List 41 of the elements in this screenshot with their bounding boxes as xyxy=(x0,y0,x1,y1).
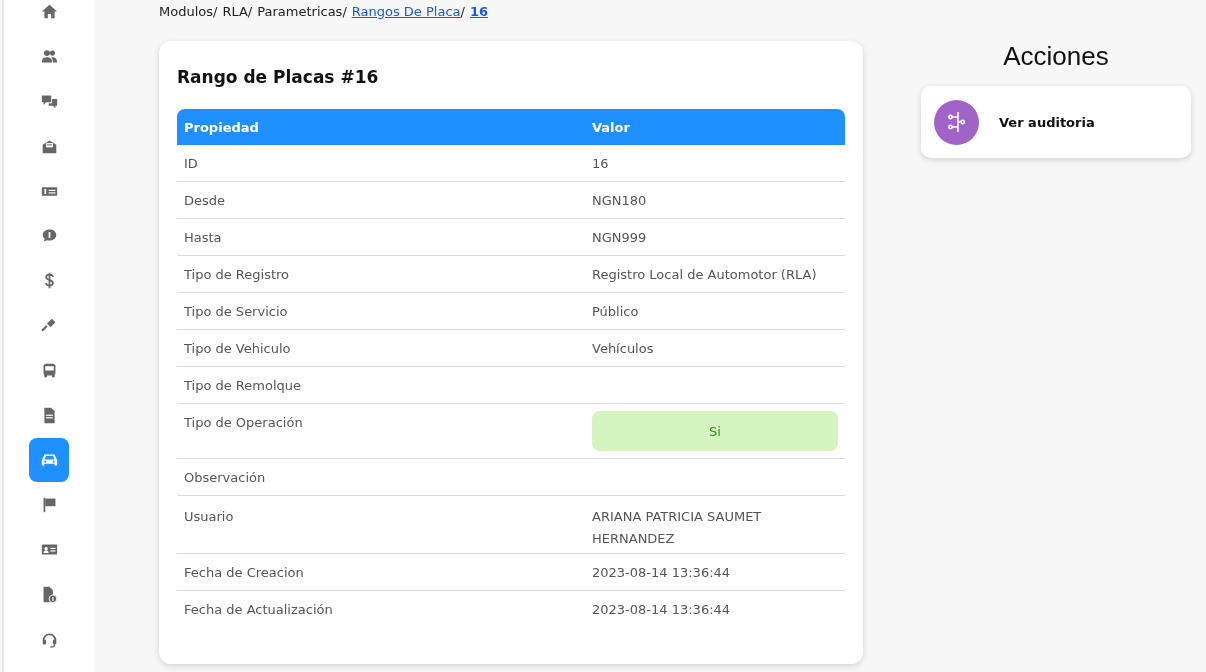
value-cell: 2023-08-14 13:36:44 xyxy=(585,590,845,627)
breadcrumb-item: RLA xyxy=(222,4,248,19)
property-cell: Usuario xyxy=(177,495,585,554)
property-cell: Observación xyxy=(177,458,585,496)
branch-icon xyxy=(934,99,979,145)
breadcrumb-item: Parametricas xyxy=(257,4,343,19)
property-cell: Tipo de Vehiculo xyxy=(177,329,585,367)
breadcrumb-separator: / xyxy=(247,4,253,19)
property-cell: Tipo de Servicio xyxy=(177,292,585,330)
property-cell: Tipo de Remolque xyxy=(177,366,585,404)
home-icon xyxy=(40,3,58,21)
gavel-icon xyxy=(40,316,58,334)
property-cell: Tipo de Registro xyxy=(177,255,585,293)
value-cell: Público xyxy=(585,292,845,330)
chat-icon xyxy=(40,93,58,110)
audit-action-button[interactable]: Ver auditoria xyxy=(921,86,1191,158)
breadcrumb-current[interactable]: 16 xyxy=(469,4,488,19)
status-badge: Si xyxy=(592,411,838,451)
property-cell: Tipo de Operación xyxy=(177,403,585,459)
column-header: Propiedad xyxy=(177,109,585,145)
value-cell: 16 xyxy=(585,145,845,182)
sidebar-item[interactable] xyxy=(29,437,69,482)
value-cell: NGN999 xyxy=(585,218,845,256)
breadcrumb-separator: / xyxy=(342,4,347,19)
breadcrumb-item: Modulos xyxy=(159,4,213,19)
value-cell: ARIANA PATRICIA SAUMET HERNANDEZ xyxy=(585,495,845,554)
property-cell: Fecha de Creacion xyxy=(177,553,585,591)
value-cell: NGN180 xyxy=(585,181,845,219)
breadcrumb-separator: / xyxy=(460,4,465,19)
breadcrumb-separator: / xyxy=(213,4,218,19)
actions-title: Acciones xyxy=(1003,41,1109,72)
property-cell: Hasta xyxy=(177,218,585,256)
value-cell: Registro Local de Automotor (RLA) xyxy=(585,255,845,293)
property-cell: Fecha de Actualización xyxy=(177,590,585,627)
breadcrumb-link[interactable]: Rangos De Placa xyxy=(351,4,461,19)
value-cell: 2023-08-14 13:36:44 xyxy=(585,553,845,591)
card-title: Rango de Placas #16 xyxy=(177,67,380,87)
property-cell: ID xyxy=(177,145,585,182)
property-cell: Desde xyxy=(177,181,585,219)
value-cell: Vehículos xyxy=(585,329,845,367)
column-header: Valor xyxy=(585,109,845,145)
